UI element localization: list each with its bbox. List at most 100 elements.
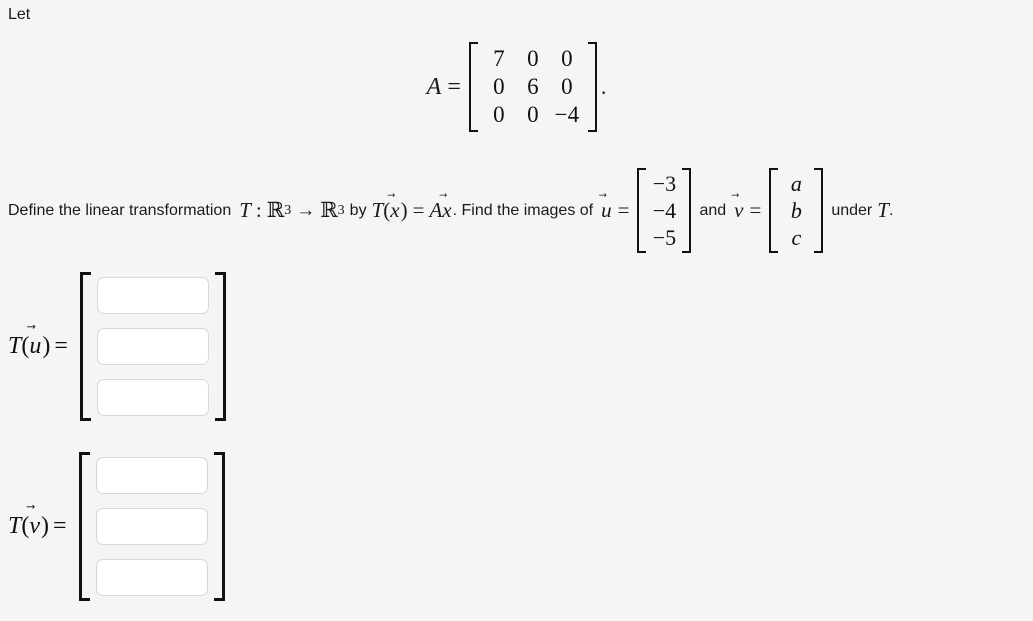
vector-u-entry: −3 [652,171,677,196]
vector-v-entry: b [790,198,802,223]
prose-paren-close: ) [400,198,408,222]
vector-u-entry: −5 [652,225,677,250]
right-bracket-icon [682,168,692,253]
answer-v-label: T(⃗v)= [8,513,67,540]
left-bracket-icon [769,168,779,253]
problem-statement: Define the linear transformation T : ℝ3 … [8,168,1033,253]
left-bracket-icon [78,452,90,601]
answer-u-vector-symbol: ⃗u [29,333,42,360]
answer-v-matrix [78,452,225,601]
table-row: 0 6 0 [482,73,584,101]
left-bracket-icon [468,42,478,132]
matrix-a-equation: A = 7 0 0 0 6 0 0 0 −4 . [0,42,1033,132]
matrix-a-period: . [600,74,607,99]
blackboard-R-icon: ℝ [320,198,338,222]
vector-v: a b c [769,168,824,253]
right-bracket-icon [213,452,225,601]
prose-A-symbol: A [429,198,443,222]
prose-v-symbol: v [734,198,744,222]
prose-x-vector: ⃗x [390,200,400,221]
matrix-a-equals: = [447,73,461,100]
prose-domain: ℝ3 [266,198,292,222]
prose-x-vector-2: ⃗x [442,200,452,221]
prose-u-vector: ⃗u [601,200,613,221]
matrix-a-cell: −4 [554,102,580,127]
list-item [95,559,208,596]
right-bracket-icon [814,168,824,253]
list-item: b [781,197,811,224]
answer-v-input-3[interactable] [95,559,208,596]
matrix-a-cell: 7 [493,46,505,71]
prose-x-symbol: x [390,198,400,222]
table-row: 7 0 0 [482,45,584,73]
vector-u: −3 −4 −5 [637,168,692,253]
answer-u-matrix [79,272,226,421]
answer-u-input-1[interactable] [96,277,209,314]
table-row: 0 0 −4 [482,101,584,129]
answer-v-paren-close: ) [41,513,50,539]
vector-v-entry: c [791,225,802,250]
list-item [96,277,209,314]
vector-v-entry: a [790,171,802,196]
answer-u-input-2[interactable] [96,328,209,365]
answer-u-paren-open: ( [21,333,30,359]
matrix-a-cell: 0 [527,102,539,127]
answer-u-label: T(⃗u)= [8,333,68,360]
matrix-a-symbol: A [426,73,442,100]
matrix-a-cell: 6 [527,74,539,99]
prose-equals: = [412,198,425,222]
list-item [96,328,209,365]
answer-v-input-1[interactable] [95,457,208,494]
prose-v-vector: ⃗v [734,200,744,221]
matrix-a-cell: 0 [561,74,573,99]
answer-row-u: T(⃗u)= [8,272,226,421]
prose-equals-3: = [749,198,762,222]
answer-v-T: T [8,513,22,539]
answer-u-equals: = [54,333,68,359]
answer-v-equals: = [53,513,67,539]
right-bracket-icon [587,42,597,132]
list-item [95,508,208,545]
prose-T-symbol: T [239,198,251,222]
list-item: −4 [649,197,679,224]
right-bracket-icon [214,272,226,421]
right-arrow-icon: → [296,200,316,221]
let-text: Let [8,6,31,23]
prose-x-symbol-2: x [442,198,452,222]
left-bracket-icon [637,168,647,253]
answer-v-vector-symbol: ⃗v [29,513,41,540]
list-item: c [781,224,811,251]
prose-u-symbol: u [601,198,612,222]
matrix-a-cell: 0 [527,46,539,71]
prose-final-period: . [888,201,894,219]
answer-u-symbol: u [29,333,42,359]
answer-v-symbol: v [29,513,41,539]
list-item [96,379,209,416]
prose-by-word: by [349,201,367,219]
prose-T2-symbol: T [371,198,384,222]
list-item: −3 [649,170,679,197]
answer-v-paren-open: ( [21,513,30,539]
answer-u-T: T [8,333,22,359]
prose-under-word: under [831,201,873,219]
vector-u-entry: −4 [652,198,677,223]
answer-u-input-3[interactable] [96,379,209,416]
prose-colon: : [255,198,262,222]
answer-row-v: T(⃗v)= [8,452,225,601]
prose-part2: . Find the images of [452,201,594,219]
prose-part1: Define the linear transformation [8,201,232,219]
prose-equals-2: = [617,198,630,222]
matrix-a-cell: 0 [493,102,505,127]
prose-codomain: ℝ3 [320,198,345,222]
left-bracket-icon [79,272,91,421]
matrix-a: 7 0 0 0 6 0 0 0 −4 [468,42,597,132]
answer-u-paren-close: ) [42,333,51,359]
blackboard-R-icon: ℝ [266,198,285,222]
answer-v-input-2[interactable] [95,508,208,545]
matrix-a-cell: 0 [561,46,573,71]
matrix-a-cell: 0 [493,74,505,99]
list-item [95,457,208,494]
prose-T3-symbol: T [877,198,889,222]
list-item: −5 [649,224,679,251]
prose-and-word: and [699,201,727,219]
